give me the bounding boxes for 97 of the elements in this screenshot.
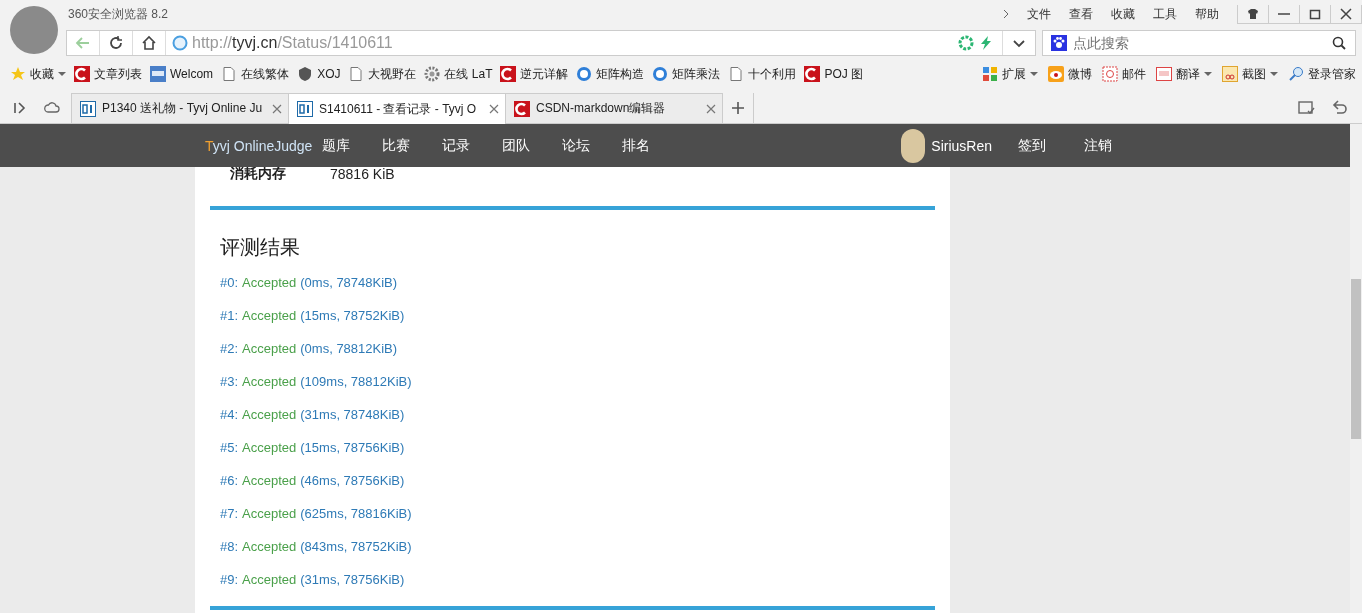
tyvj-logo-icon (80, 100, 96, 117)
star-icon (10, 66, 26, 82)
site-logo[interactable]: Tyvj OnlineJudge (205, 137, 313, 154)
search-box[interactable]: 点此搜索 (1042, 30, 1356, 56)
dropdown-caret-icon[interactable] (58, 71, 66, 77)
nav-link[interactable]: 排名 (622, 136, 683, 155)
paw-icon[interactable] (1051, 35, 1067, 51)
favorites-menu[interactable]: 收藏 (30, 65, 54, 83)
sidebar-toggle-icon[interactable] (12, 100, 28, 116)
extension-button[interactable]: 登录管家 (1308, 65, 1356, 83)
gear-icon (424, 66, 441, 82)
search-field[interactable]: 点此搜索 (1071, 34, 1327, 52)
user-avatar[interactable] (901, 128, 926, 163)
browser-tab[interactable]: CSDN-markdown编辑器 (505, 93, 723, 123)
browser-tab[interactable]: S1410611 - 查看记录 - Tyvj O (288, 93, 506, 124)
test-result-link[interactable]: #0: Accepted (0ms, 78748KiB) (220, 274, 950, 291)
key-icon (1288, 66, 1304, 82)
grid-icon (982, 66, 998, 82)
page-icon (221, 66, 238, 82)
nav-link[interactable]: 比赛 (382, 136, 443, 155)
url-text[interactable]: http://tyvj.cn/Status/1410611 (192, 34, 393, 52)
undo-icon[interactable] (1330, 99, 1348, 117)
cloud-icon[interactable] (44, 100, 60, 116)
tyvj-logo-icon (297, 101, 313, 117)
menu-item[interactable]: 收藏 (1103, 5, 1143, 23)
bookmark-link[interactable]: 在线 LaT (444, 65, 493, 83)
nav-link[interactable]: 记录 (442, 136, 503, 155)
test-result-link[interactable]: #1: Accepted (15ms, 78752KiB) (220, 307, 950, 324)
avatar-circle[interactable] (10, 6, 58, 54)
extension-button[interactable]: 微博 (1068, 65, 1092, 83)
username-link[interactable]: SiriusRen (931, 137, 992, 154)
nav-link[interactable]: 团队 (502, 136, 563, 155)
menu-item[interactable]: 查看 (1061, 5, 1101, 23)
menu-item[interactable]: 工具 (1145, 5, 1185, 23)
test-result-link[interactable]: #7: Accepted (625ms, 78816KiB) (220, 505, 950, 522)
lightning-icon[interactable] (978, 35, 994, 51)
bookmark-link[interactable]: XOJ (317, 67, 341, 81)
globe-icon (652, 66, 669, 82)
test-result-link[interactable]: #6: Accepted (46ms, 78756KiB) (220, 472, 950, 489)
browser-tab[interactable]: P1340 送礼物 - Tyvj Online Ju (71, 93, 289, 123)
eye-icon (1048, 66, 1064, 82)
bookmark-link[interactable]: Welcom (170, 67, 214, 81)
menu-item[interactable]: 文件 (1019, 5, 1059, 23)
dropdown-caret-icon[interactable] (1270, 71, 1278, 77)
bookmark-link[interactable]: 大视野在 (368, 65, 417, 83)
c-logo-icon (514, 100, 530, 117)
field-value: 78816 KiB (330, 166, 395, 182)
c-logo-icon (500, 66, 517, 82)
bookmark-link[interactable]: 文章列表 (94, 65, 142, 83)
scrollbar[interactable] (1350, 124, 1362, 613)
field-label: 消耗内存 (230, 165, 287, 183)
globe-icon (172, 35, 188, 51)
section-heading: 评测结果 (220, 235, 301, 260)
shirt-icon (1247, 7, 1259, 20)
extension-button[interactable]: 翻译 (1176, 65, 1200, 83)
reload-icon (108, 35, 124, 51)
bookmark-link[interactable]: POJ 图 (824, 65, 864, 83)
close-icon[interactable] (706, 103, 716, 114)
chevron-icon[interactable] (1001, 9, 1011, 19)
test-result-link[interactable]: #5: Accepted (15ms, 78756KiB) (220, 439, 950, 456)
bookmark-link[interactable]: 逆元详解 (520, 65, 569, 83)
poj-logo-icon (150, 66, 166, 82)
bookmark-link[interactable]: 矩阵构造 (596, 65, 645, 83)
menu-item[interactable]: 帮助 (1187, 5, 1227, 23)
page-icon (348, 66, 365, 82)
bookmark-link[interactable]: 矩阵乘法 (672, 65, 721, 83)
minimize-icon (1278, 12, 1290, 15)
plus-icon (731, 101, 745, 115)
nav-link[interactable]: 题库 (322, 136, 383, 155)
bookmark-link[interactable]: 在线繁体 (241, 65, 290, 83)
window-title: 360安全浏览器 8.2 (68, 6, 169, 23)
c-logo-icon (804, 66, 821, 82)
close-icon[interactable] (272, 103, 282, 114)
nav-link[interactable]: 签到 (1018, 136, 1058, 155)
c-logo-icon (74, 66, 90, 82)
back-arrow-icon (75, 35, 91, 51)
test-result-link[interactable]: #8: Accepted (843ms, 78752KiB) (220, 538, 950, 555)
search-icon[interactable] (1331, 35, 1347, 51)
close-icon (1340, 7, 1352, 20)
globe-icon (576, 66, 593, 82)
bookmark-link[interactable]: 十个利用 (748, 65, 797, 83)
nav-link[interactable]: 注销 (1084, 136, 1124, 155)
extension-button[interactable]: 邮件 (1122, 65, 1146, 83)
test-result-link[interactable]: #4: Accepted (31ms, 78748KiB) (220, 406, 950, 423)
test-result-link[interactable]: #3: Accepted (109ms, 78812KiB) (220, 373, 950, 390)
page-icon (728, 66, 745, 82)
extension-button[interactable]: 截图 (1242, 65, 1266, 83)
dropdown-caret-icon[interactable] (1030, 71, 1038, 77)
home-icon (141, 35, 157, 51)
test-result-link[interactable]: #9: Accepted (31ms, 78756KiB) (220, 571, 950, 588)
close-icon[interactable] (489, 104, 499, 114)
nav-link[interactable]: 论坛 (562, 136, 623, 155)
shield-icon (297, 66, 314, 82)
test-result-link[interactable]: #2: Accepted (0ms, 78812KiB) (220, 340, 950, 357)
maximize-icon (1309, 7, 1321, 20)
dropdown-caret-icon[interactable] (1204, 71, 1212, 77)
extension-button[interactable]: 扩展 (1002, 65, 1026, 83)
